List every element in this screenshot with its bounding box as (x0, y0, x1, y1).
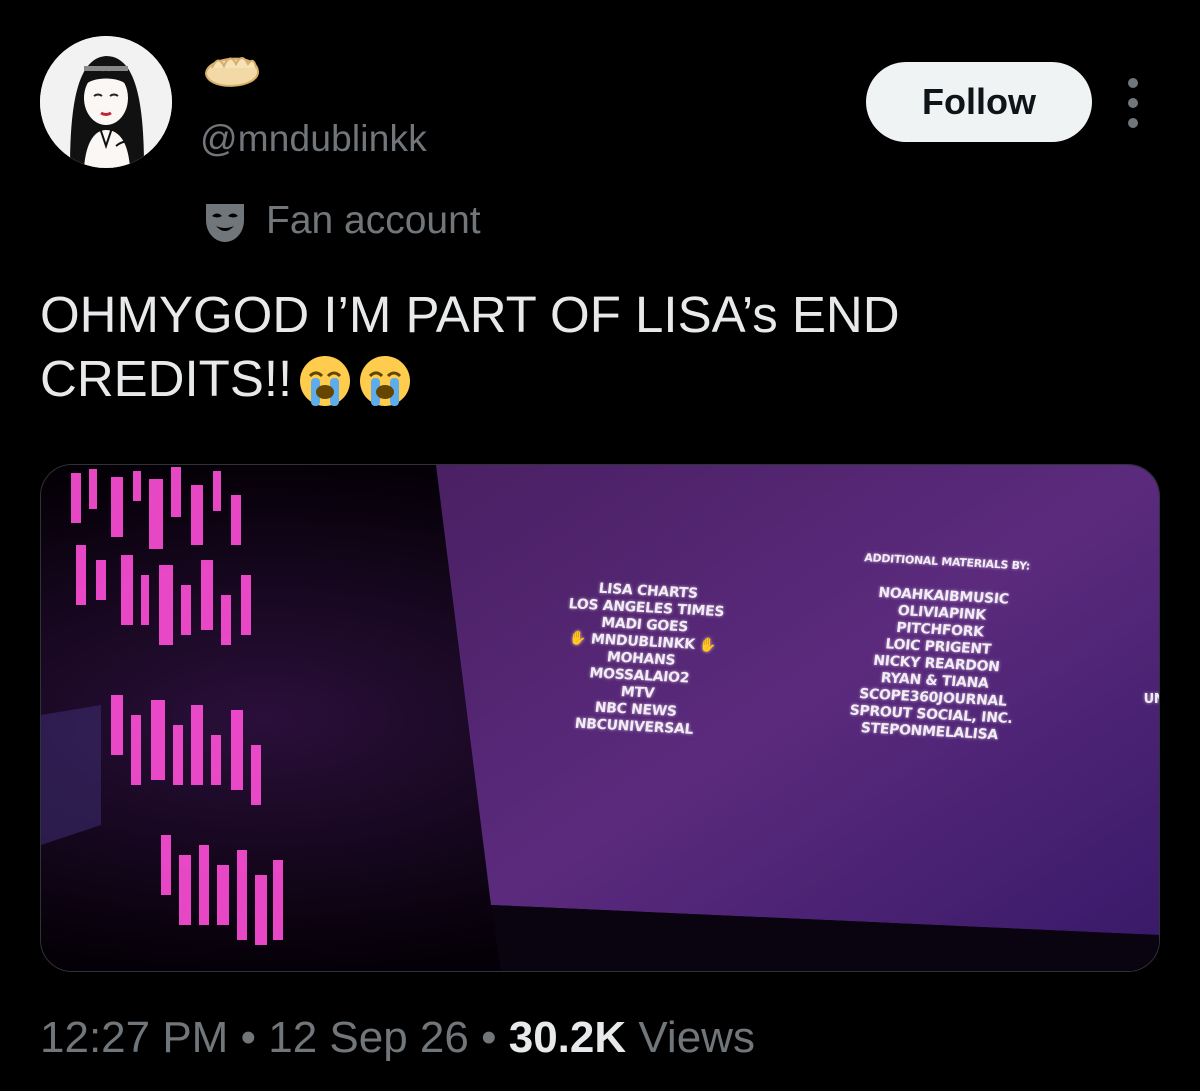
username[interactable]: @mndublinkk (200, 118, 427, 160)
meta-separator: • (481, 1013, 497, 1062)
loudly-crying-face-emoji (358, 354, 412, 423)
tweet-meta: 12:27 PM • 12 Sep 26 • 30.2K Views (40, 1013, 755, 1063)
tweet-date[interactable]: 12 Sep 26 (268, 1013, 469, 1062)
dumpling-emoji (204, 57, 260, 87)
fan-account-badge[interactable]: Fan account (202, 198, 481, 244)
avatar[interactable] (40, 36, 172, 168)
follow-button[interactable]: Follow (866, 62, 1092, 142)
tweet-text: OHMYGOD I’M PART OF LISA’s END CREDITS!! (40, 283, 1140, 423)
more-options-icon[interactable] (1116, 78, 1150, 128)
views-count[interactable]: 30.2K (509, 1013, 626, 1062)
tweet-photo[interactable]: LISA CHARTS LOS ANGELES TIMES MADI GOES … (40, 464, 1160, 972)
tweet-body: OHMYGOD I’M PART OF LISA’s END CREDITS!! (40, 286, 900, 407)
tweet-time[interactable]: 12:27 PM (40, 1013, 228, 1062)
badge-label: Fan account (266, 199, 481, 242)
clapping-hands-icon: ✋ (693, 636, 718, 654)
clapping-hands-icon: ✋ (568, 630, 592, 648)
credits-right-column: ADDITIONAL MATERIALS BY: NOAHKAIBMUSIC O… (824, 551, 1049, 746)
credits-edge-text: UN (1143, 692, 1159, 707)
meta-separator: • (240, 1013, 256, 1062)
credits-left-column: LISA CHARTS LOS ANGELES TIMES MADI GOES … (533, 578, 749, 741)
views-label: Views (638, 1013, 755, 1062)
mask-icon (206, 204, 244, 242)
display-name[interactable] (200, 44, 264, 98)
loudly-crying-face-emoji (298, 354, 352, 423)
